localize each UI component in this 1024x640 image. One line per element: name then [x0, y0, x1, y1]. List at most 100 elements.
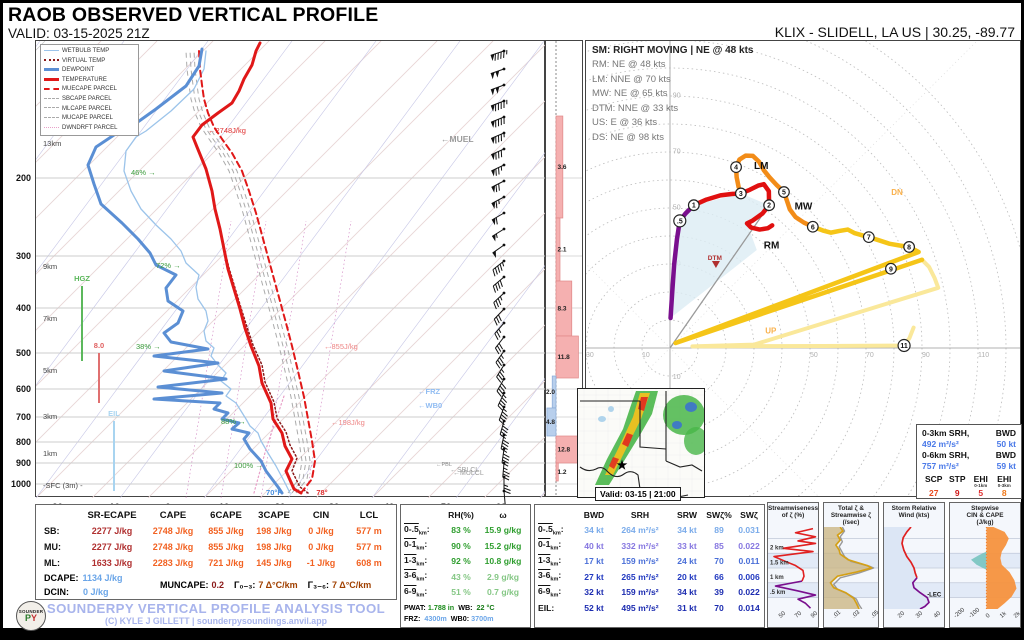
indicator-label-8.0: 8.0 — [94, 341, 104, 350]
cell-value: 721 J/kg — [208, 558, 244, 568]
height-tick-label: 7km — [43, 314, 57, 323]
omega-value: 3.6 — [558, 164, 567, 171]
rh-value: 83 % — [451, 525, 471, 536]
pressure-tick-label: 500 — [16, 348, 31, 358]
column-header: SRW — [677, 509, 697, 520]
legend-item: TEMPERATURE — [44, 76, 135, 86]
legend-line-swatch — [44, 77, 59, 81]
mini-panel-title: Total ζ & Streamwise ζ (/sec) — [830, 505, 872, 526]
column-header: CAPE — [159, 509, 187, 521]
column-header: ω — [499, 509, 507, 520]
cell-value: 198 J/kg — [256, 542, 292, 552]
legend-item: MUECAPE PARCEL — [44, 85, 135, 95]
row-label: 1-3km: — [404, 554, 428, 568]
surface-temp-marker: 70°F — [266, 488, 282, 497]
column-header: SRH — [630, 509, 650, 520]
radar-echo — [598, 416, 606, 422]
table-row: 6-9km: 51 % 0.7 g/kg — [404, 585, 530, 601]
skewt-panel: WETBULB TEMP VIRTUAL TEMP DEWPOINT TEMPERAT… — [11, 40, 546, 513]
column-header: 3CAPE — [258, 509, 290, 521]
column-header: SWζ% — [706, 509, 732, 520]
ring-label: 90 — [922, 352, 930, 359]
wind-barb — [491, 164, 505, 177]
cell-value: 265 m²/s² — [621, 571, 659, 582]
legend-line-swatch — [44, 49, 59, 51]
storm-motion-line: US: E @ 36 kts — [592, 117, 658, 128]
cell-value: -1 J/kg — [306, 558, 336, 568]
table-row: 0-.5km: 83 % 15.9 g/kg — [404, 523, 530, 539]
km-marker-label: 1 — [692, 203, 696, 210]
cell-value: 0.022 — [738, 587, 760, 598]
row-label: 0-.5km: — [538, 523, 564, 537]
column-header: LCL — [359, 509, 379, 521]
cell-value: 20 kt — [677, 571, 697, 582]
cell-value: 332 m²/s² — [621, 540, 659, 551]
cell-value: 2283 J/kg — [152, 558, 194, 568]
srh-06-label: 0-6km SRH, — [922, 450, 970, 460]
radar-echo — [685, 402, 697, 412]
wind-barb-column — [490, 49, 513, 508]
panel-x-tick: 0 — [985, 612, 992, 620]
hodograph-label-DN: DN — [891, 188, 903, 197]
scp-value: 27 — [929, 488, 939, 498]
srh-03-label: 0-3km SRH, — [922, 428, 970, 438]
ehi03-header: EHI 0-3km — [997, 474, 1012, 488]
row-label: ML: — [44, 558, 60, 568]
table-row: SB: 2277 J/kg 2748 J/kg 855 J/kg 198 J/kg 0 J… — [40, 523, 396, 539]
wind-barb — [490, 50, 508, 62]
wind-barb — [494, 322, 505, 340]
cell-value: 0 J/kg — [308, 526, 334, 536]
pressure-tick-label: 200 — [16, 173, 31, 183]
cell-value: 159 m²/s² — [621, 587, 659, 598]
pressure-tick-label: 1000 — [11, 479, 31, 489]
pressure-tick-label: 800 — [16, 437, 31, 447]
cell-value: 70 — [714, 602, 724, 613]
legend-line-swatch — [44, 68, 59, 72]
kinematics-table: BWD SRH SRW SWζ% SWζ 0-.5km: 34 kt 264 m²/s² 34 … — [534, 504, 765, 628]
skewt-legend: WETBULB TEMP VIRTUAL TEMP DEWPOINT TEMPERAT… — [40, 44, 139, 137]
bwd-03-value: 50 kt — [996, 439, 1016, 449]
panel-x-tick: -200 — [952, 607, 966, 620]
parcel-trace-gray — [185, 50, 303, 494]
column-header: SWζ — [740, 509, 758, 520]
table-header-row: SR-ECAPE CAPE 6CAPE 3CAPE CIN LCL — [40, 507, 396, 523]
table-row: MU: 2277 J/kg 2748 J/kg 855 J/kg 198 J/kg 0 J… — [40, 539, 396, 555]
cell-value: 2748 J/kg — [152, 526, 194, 536]
wind-barb — [496, 378, 507, 397]
row-label: 0-.5km: — [404, 523, 430, 537]
legend-item: SBCAPE PARCEL — [44, 95, 135, 105]
annotation: ←MUEL — [441, 134, 474, 144]
wind-barb — [494, 336, 505, 355]
row-label: 0-1km: — [404, 539, 428, 553]
mixing-ratio-value: 10.8 g/kg — [484, 556, 522, 567]
row-label: 6-9km: — [538, 585, 562, 599]
table-header-row: BWD SRH SRW SWζ% SWζ — [538, 507, 764, 523]
valid-time-label: VALID: 03-15-2025 21Z — [8, 26, 150, 41]
radar-reflectivity: ★ — [578, 389, 704, 497]
legend-item: DWNDRFT PARCEL — [44, 124, 135, 134]
mini-panel-chart: 2 km 1.5 km 1 km .5 km — [768, 527, 818, 609]
column-header: SR-ECAPE — [87, 509, 137, 521]
cell-value: 0.031 — [738, 525, 760, 536]
hodograph-label-UP: UP — [765, 327, 777, 336]
cell-value: 66 — [714, 571, 724, 582]
cell-value: 27 kt — [584, 571, 604, 582]
legend-item: WETBULB TEMP — [44, 47, 135, 57]
wind-barb — [492, 276, 505, 293]
cell-value: 24 kt — [677, 556, 697, 567]
wind-barb — [496, 364, 505, 383]
cell-value: 264 m²/s² — [621, 525, 659, 536]
footer-credit: (C) KYLE J GILLETT | sounderpysoundings.… — [105, 616, 327, 626]
legend-item: MUCAPE PARCEL — [44, 114, 135, 124]
wind-barb — [490, 132, 505, 144]
cell-value: 40 kt — [584, 540, 604, 551]
wind-barb — [491, 212, 505, 226]
bwd-06-label: BWD — [995, 450, 1016, 460]
pressure-tick-label: 700 — [16, 412, 31, 422]
table-row: 0-1km: 40 kt 332 m²/s² 33 kt 85 0.022 — [538, 538, 764, 554]
height-tick-label: 3km — [43, 412, 57, 421]
mini-panel: Total ζ & Streamwise ζ (/sec) .01 .03 .05 — [823, 502, 880, 628]
ring-label: 30 — [586, 352, 594, 359]
legend-line-swatch — [44, 107, 59, 109]
column-header: BWD — [583, 509, 605, 520]
